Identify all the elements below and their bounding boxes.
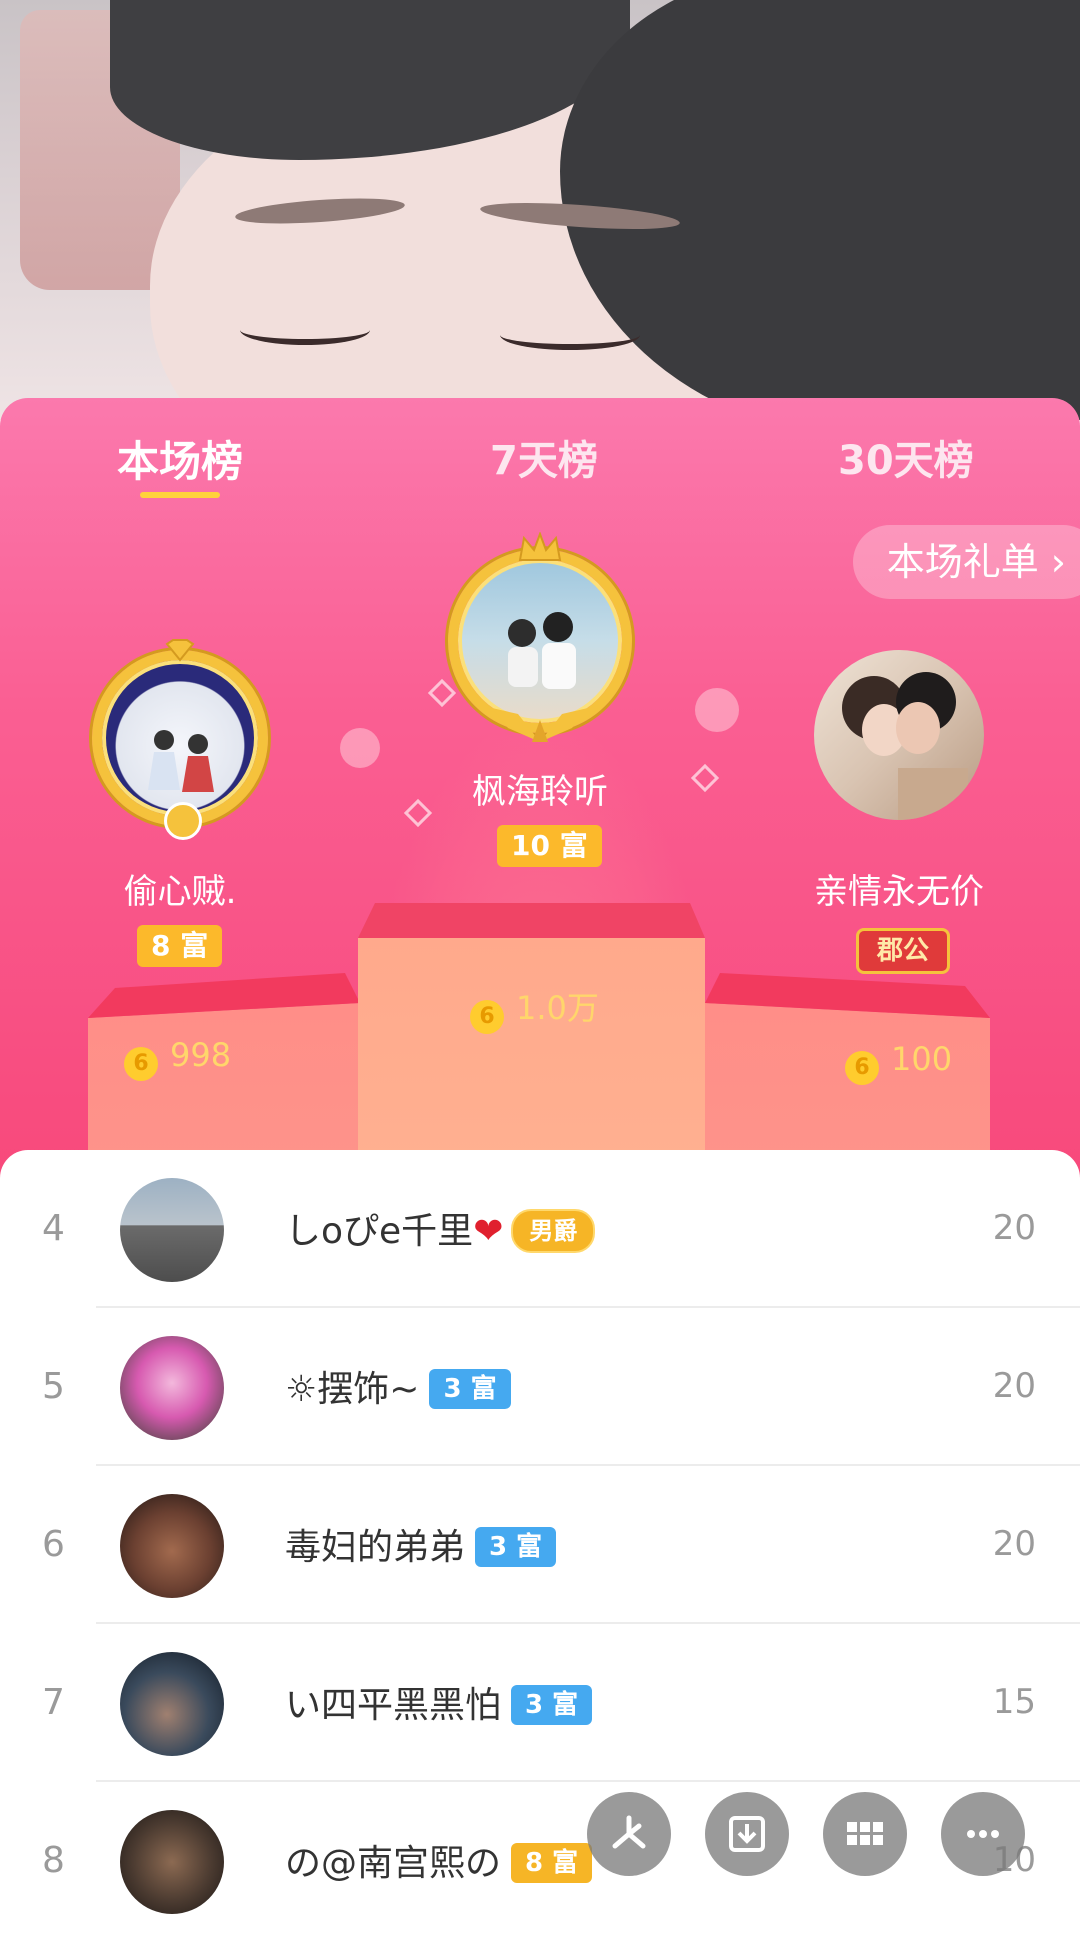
crown-icon [518, 531, 562, 562]
gem-icon [165, 638, 195, 662]
rank-number: 4 [42, 1208, 65, 1249]
user-name: ☼摆饰~ 3 富 [285, 1360, 511, 1412]
level-badge: 3 富 [475, 1527, 557, 1567]
ranking-tabs: 本场榜 7天榜 30天榜 [0, 398, 1080, 522]
third-place-title-badge: 郡公 [856, 928, 951, 974]
first-place-name: 枫海聆听 [472, 772, 608, 812]
streamer-eye [240, 315, 370, 345]
avatar[interactable] [120, 1652, 224, 1756]
tab-30-days[interactable]: 30天榜 [838, 428, 974, 486]
coin-icon: 6 [124, 1047, 158, 1081]
share-button[interactable] [587, 1792, 671, 1876]
third-place-coin-value: 100 [891, 1040, 953, 1078]
decor-diamond [427, 678, 457, 708]
avatar[interactable] [120, 1178, 224, 1282]
avatar-couple-kiss-image [842, 672, 968, 820]
user-name-text: しoぴe千里 [285, 1211, 474, 1252]
download-icon [729, 1816, 765, 1852]
first-place-level-badge: 10 富 [497, 825, 602, 867]
coin-icon: 6 [845, 1051, 879, 1085]
user-name-text: い四平黑黑怕 [285, 1685, 502, 1726]
user-name-text: の@南宫熙の [285, 1843, 502, 1884]
grid-icon [847, 1822, 883, 1845]
list-item[interactable]: 7 い四平黑黑怕 3 富 15 [0, 1624, 1080, 1782]
decor-bubble [695, 688, 739, 732]
score: 20 [992, 1366, 1036, 1406]
more-button[interactable] [941, 1792, 1025, 1876]
avatar[interactable] [120, 1810, 224, 1914]
gift-list-button[interactable]: 本场礼单 › [852, 525, 1080, 599]
third-place-name: 亲情永无价 [814, 872, 984, 912]
score: 15 [992, 1682, 1036, 1722]
second-place-coins: 6 998 [124, 1036, 231, 1081]
wings-icon [488, 704, 592, 744]
score: 20 [992, 1524, 1036, 1564]
noble-badge: 男爵 [511, 1209, 596, 1253]
rank-number: 8 [42, 1840, 65, 1881]
live-video-background [0, 0, 1080, 420]
first-place-coin-value: 1.0万 [516, 989, 599, 1027]
third-place-avatar[interactable] [814, 650, 984, 820]
user-name: しoぴe千里❤ 男爵 [285, 1202, 596, 1254]
list-item[interactable]: 6 毒妇的弟弟 3 富 20 [0, 1466, 1080, 1624]
avatar[interactable] [120, 1494, 224, 1598]
third-place-coins: 6 100 [845, 1040, 952, 1085]
streamer-eye [500, 320, 640, 350]
user-name: 毒妇的弟弟 3 富 [285, 1518, 557, 1570]
level-badge: 8 富 [511, 1843, 593, 1883]
rank-number: 7 [42, 1682, 65, 1723]
second-place-frame [92, 650, 268, 826]
rank-number: 5 [42, 1366, 65, 1407]
download-button[interactable] [705, 1792, 789, 1876]
user-name: の@南宫熙の 8 富 [285, 1834, 593, 1886]
heart-icon: ❤ [473, 1211, 504, 1252]
tab-7-days[interactable]: 7天榜 [490, 428, 598, 486]
second-place-level-badge: 8 富 [137, 925, 223, 967]
first-place-coins: 6 1.0万 [470, 983, 599, 1034]
list-item[interactable]: 5 ☼摆饰~ 3 富 20 [0, 1308, 1080, 1466]
second-place-name: 偷心贼. [123, 872, 237, 912]
avatar[interactable] [120, 1336, 224, 1440]
medal-icon [164, 802, 202, 840]
tab-current-session[interactable]: 本场榜 [117, 428, 243, 489]
ranking-list: 4 しoぴe千里❤ 男爵 20 5 ☼摆饰~ 3 富 20 6 毒妇的弟弟 3 富 2… [0, 1150, 1080, 1920]
user-name-text: 毒妇的弟弟 [285, 1527, 466, 1568]
rank-number: 6 [42, 1524, 65, 1565]
apps-button[interactable] [823, 1792, 907, 1876]
level-badge: 3 富 [429, 1369, 511, 1409]
list-item[interactable]: 4 しoぴe千里❤ 男爵 20 [0, 1150, 1080, 1308]
level-badge: 3 富 [511, 1685, 593, 1725]
sparkle-share-icon [612, 1815, 646, 1849]
score: 20 [992, 1208, 1036, 1248]
coin-icon: 6 [470, 1000, 504, 1034]
active-tab-indicator [140, 492, 220, 498]
user-name-text: ☼摆饰~ [285, 1369, 420, 1410]
second-place-coin-value: 998 [170, 1036, 232, 1074]
decor-bubble [340, 728, 380, 768]
user-name: い四平黑黑怕 3 富 [285, 1676, 593, 1728]
list-item[interactable]: 8 の@南宫熙の8 富 10 [0, 1782, 1080, 1940]
more-dots-icon [967, 1830, 999, 1838]
